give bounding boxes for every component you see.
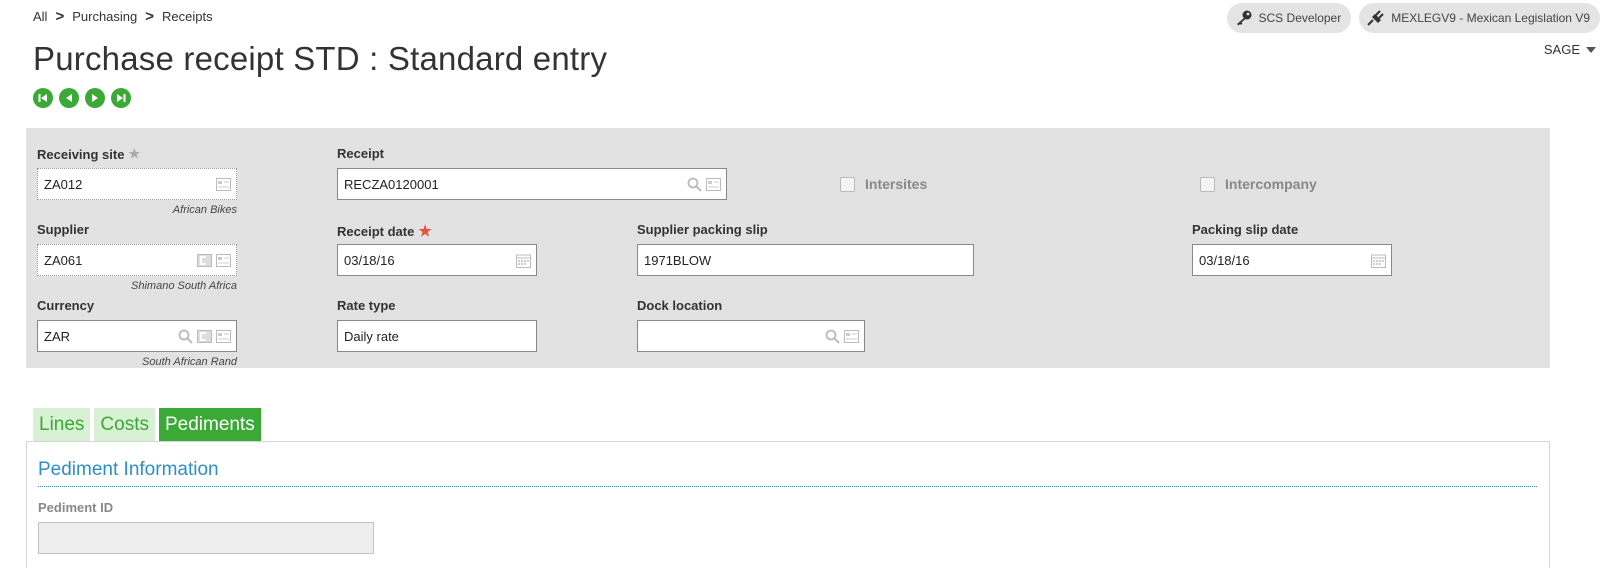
dock-location-field[interactable] [637,320,865,352]
tunnel-icon[interactable] [197,329,212,343]
receiving-site-caption: African Bikes [172,204,237,216]
search-icon[interactable] [825,329,840,344]
tunnel-icon[interactable] [197,253,212,267]
currency-label: Currency [37,298,95,313]
detail-icon[interactable] [844,329,859,343]
user-menu[interactable]: SAGE [1544,42,1596,57]
checkbox-box[interactable] [1200,176,1215,192]
required-star-icon: ★ [418,223,432,240]
breadcrumb-receipts[interactable]: Receipts [162,9,213,24]
detail-icon[interactable] [706,177,721,191]
receiving-site-field[interactable]: ZA012 [37,168,237,200]
arrow-right-icon [92,94,98,102]
supplier-packing-slip-field[interactable]: 1971BLOW [637,244,974,276]
receipt-label: Receipt [337,146,384,161]
currency-value: ZAR [44,328,70,344]
search-icon[interactable] [687,177,702,192]
intersites-label: Intersites [865,176,928,192]
receipt-date-value: 03/18/16 [344,252,395,268]
breadcrumb-separator: > [145,8,155,25]
currency-field[interactable]: ZAR [37,320,237,352]
pediments-tab-panel: Pediment Information Pediment ID [26,441,1550,568]
rate-type-label: Rate type [337,298,396,313]
page-title: Purchase receipt STD : Standard entry [33,40,608,77]
packing-slip-date-label: Packing slip date [1192,222,1299,237]
tab-costs[interactable]: Costs [94,408,155,441]
role-button[interactable]: SCS Developer [1226,3,1352,33]
supplier-label: Supplier [37,222,90,237]
search-icon[interactable] [178,329,193,344]
packing-slip-date-value: 03/18/16 [1199,252,1250,268]
breadcrumb-purchasing[interactable]: Purchasing [72,9,137,24]
calendar-icon[interactable] [1371,253,1386,268]
user-name: SAGE [1543,42,1580,57]
supplier-packing-slip-label: Supplier packing slip [637,222,768,237]
tab-pediments[interactable]: Pediments [159,408,261,441]
supplier-field[interactable]: ZA061 [37,244,237,276]
checkbox-box[interactable] [840,176,855,192]
next-record-button[interactable] [85,88,105,108]
receipt-date-label: Receipt date ★ [337,223,432,240]
key-icon [1236,10,1252,26]
last-record-button[interactable] [111,88,131,108]
star-icon: ★ [128,146,141,161]
pediment-id-label: Pediment ID [38,500,114,515]
detail-icon[interactable] [216,177,231,191]
section-divider [38,486,1537,487]
caret-down-icon [1586,46,1596,53]
previous-record-button[interactable] [59,88,79,108]
pediment-id-field[interactable] [38,522,374,554]
first-record-button[interactable] [33,88,53,108]
tab-lines[interactable]: Lines [33,408,91,441]
currency-caption: South African Rand [142,356,237,368]
pediment-section-title: Pediment Information [38,459,219,480]
detail-icon[interactable] [216,329,231,343]
breadcrumb-all[interactable]: All [33,9,47,24]
intersites-checkbox[interactable]: Intersites [840,176,927,192]
receiving-site-value: ZA012 [44,176,83,192]
supplier-caption: Shimano South Africa [131,280,237,292]
rate-type-field[interactable]: Daily rate [337,320,537,352]
plug-icon [1367,10,1384,26]
receipt-value: RECZA0120001 [344,176,439,192]
folder-button[interactable]: MEXLEGV9 - Mexican Legislation V9 [1359,3,1600,33]
skip-first-icon [38,94,47,102]
folder-label: MEXLEGV9 - Mexican Legislation V9 [1391,11,1590,25]
receipt-date-field[interactable]: 03/18/16 [337,244,537,276]
receipt-field[interactable]: RECZA0120001 [337,168,727,200]
packing-slip-date-field[interactable]: 03/18/16 [1192,244,1392,276]
rate-type-value: Daily rate [344,328,399,344]
receiving-site-label: Receiving site ★ [37,146,141,162]
breadcrumb-separator: > [55,8,65,25]
intercompany-checkbox[interactable]: Intercompany [1200,176,1317,192]
tab-bar: Lines Costs Pediments [33,408,261,441]
header-fields-panel: Receiving site ★ ZA012 African Bikes Rece… [26,128,1550,368]
skip-last-icon [117,94,126,102]
record-navigation [33,88,131,108]
supplier-packing-slip-value: 1971BLOW [644,252,712,268]
header-context: SCS Developer MEXLEGV9 - Mexican Legisla… [1226,3,1600,33]
breadcrumb: All > Purchasing > Receipts [33,8,213,25]
intercompany-label: Intercompany [1225,176,1317,192]
dock-location-label: Dock location [637,298,723,313]
arrow-left-icon [66,94,72,102]
detail-icon[interactable] [216,253,231,267]
role-label: SCS Developer [1258,11,1342,25]
supplier-value: ZA061 [44,252,83,268]
calendar-icon[interactable] [516,253,531,268]
